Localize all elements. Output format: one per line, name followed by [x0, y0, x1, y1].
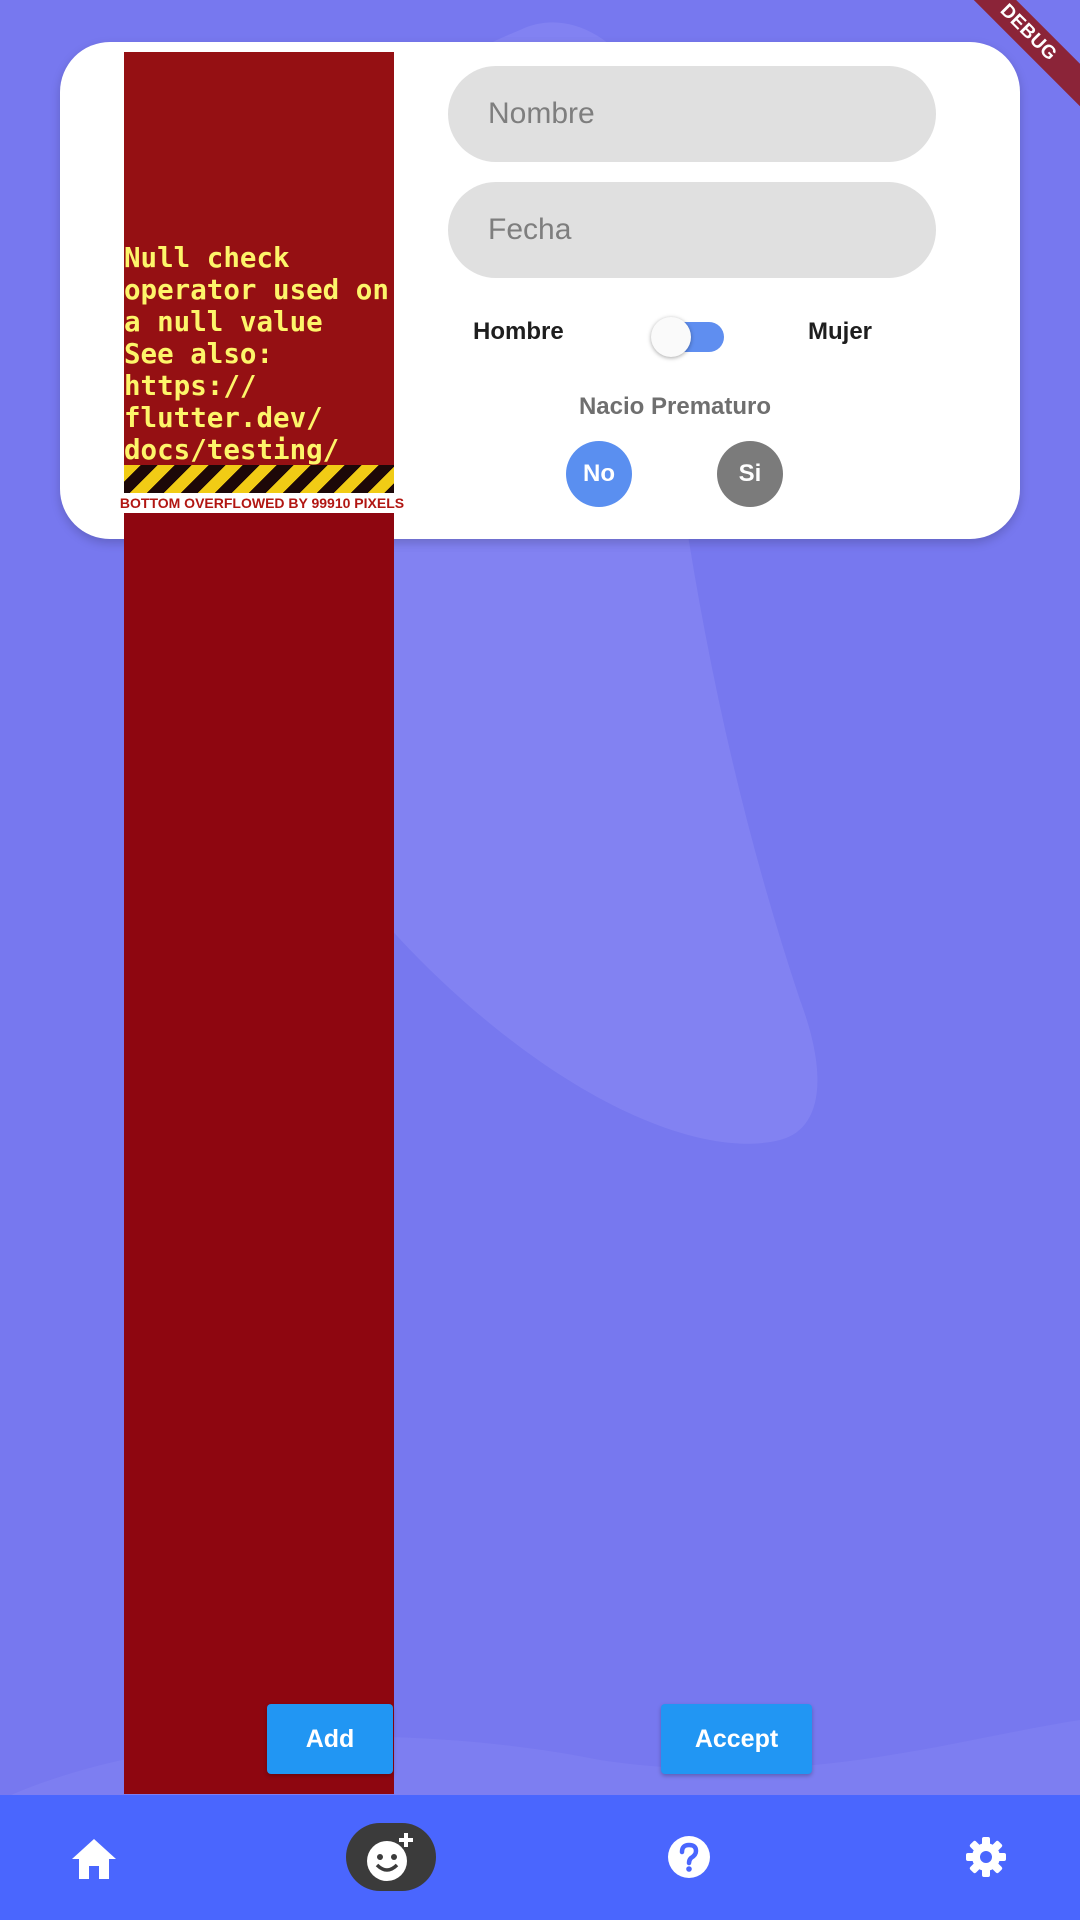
face-add-icon: [367, 1833, 413, 1881]
premature-label: Nacio Prematuro: [578, 393, 772, 420]
help-icon: [668, 1836, 710, 1878]
bottom-navigation: [0, 1795, 1080, 1920]
fecha-input[interactable]: Fecha: [448, 182, 936, 278]
nav-item-face-add[interactable]: [346, 1795, 436, 1920]
home-icon: [72, 1839, 116, 1879]
add-button[interactable]: Add: [267, 1704, 393, 1774]
overflow-warning-stripes: [124, 465, 394, 495]
gender-toggle-thumb[interactable]: [651, 317, 691, 357]
fecha-placeholder: Fecha: [488, 213, 572, 246]
nav-item-help[interactable]: [664, 1795, 714, 1920]
overflow-banner: BOTTOM OVERFLOWED BY 99910 PIXELS: [112, 493, 412, 513]
premature-no-button[interactable]: No: [566, 441, 632, 507]
gender-label-mujer: Mujer: [808, 318, 873, 345]
premature-si-button[interactable]: Si: [717, 441, 783, 507]
error-panel: Null check operator used on a null value…: [124, 52, 394, 513]
gender-label-hombre: Hombre: [473, 318, 564, 345]
error-message: Null check operator used on a null value…: [124, 242, 389, 498]
nav-item-settings[interactable]: [960, 1795, 1012, 1920]
settings-icon: [966, 1837, 1006, 1877]
nombre-input[interactable]: Nombre: [448, 66, 936, 162]
nombre-placeholder: Nombre: [488, 97, 595, 130]
accept-button[interactable]: Accept: [661, 1704, 812, 1774]
nav-item-home[interactable]: [64, 1795, 124, 1920]
